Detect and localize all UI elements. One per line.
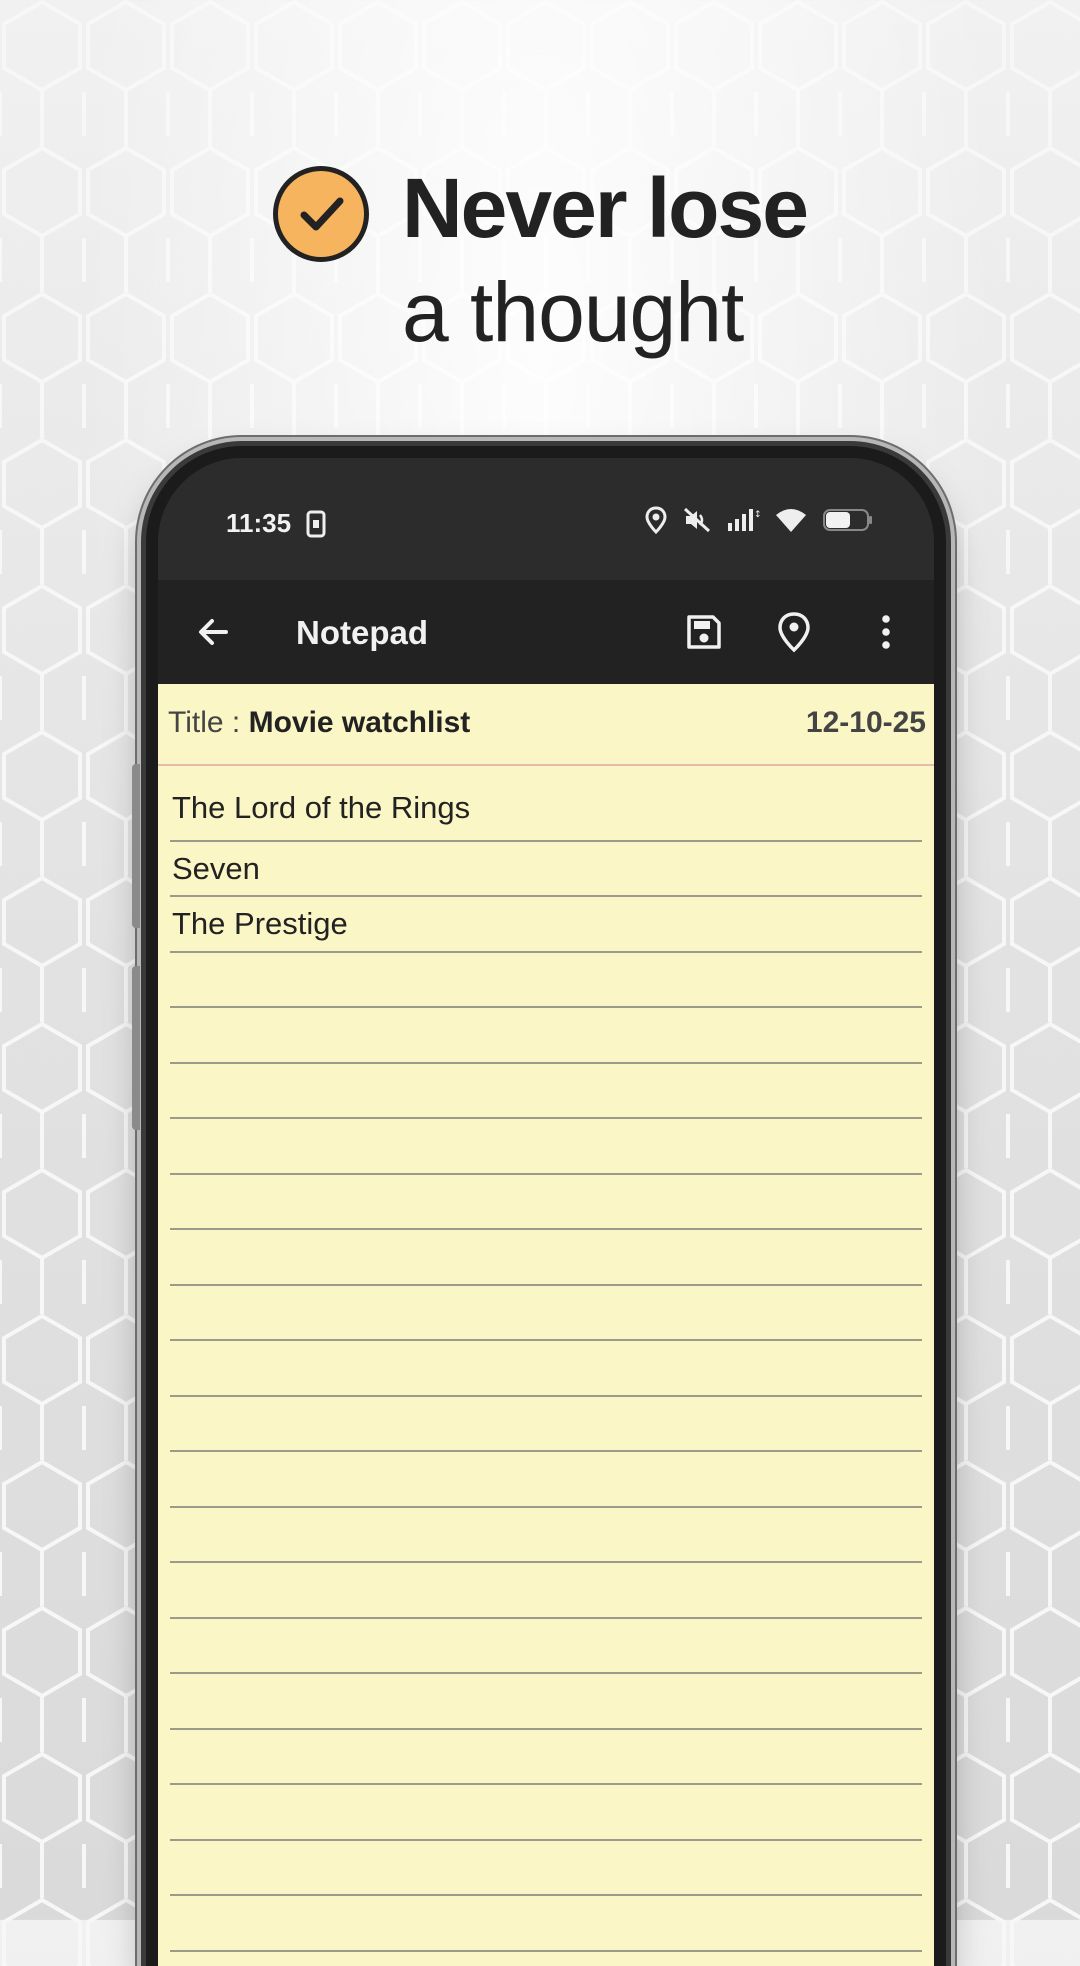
note-line[interactable] [170, 1397, 922, 1452]
note-line[interactable] [170, 1452, 922, 1508]
note-paper[interactable]: Title : Movie watchlist 12-10-25 The Lor… [158, 684, 934, 1966]
back-button[interactable] [188, 606, 240, 658]
save-button[interactable] [676, 604, 732, 660]
note-title[interactable]: Title : Movie watchlist [168, 706, 470, 740]
sim-card-icon [306, 510, 326, 538]
location-icon [645, 506, 667, 534]
note-line[interactable] [170, 1896, 922, 1952]
note-date: 12-10-25 [805, 706, 926, 739]
note-line[interactable] [170, 1674, 922, 1730]
headline-bold-text: Never lose [402, 161, 809, 255]
note-title-row[interactable]: Title : Movie watchlist 12-10-25 [158, 684, 934, 766]
note-line[interactable] [170, 1175, 922, 1230]
wifi-icon [776, 509, 806, 532]
note-line[interactable] [170, 1785, 922, 1841]
status-bar: 11:35 ↕ [158, 458, 934, 580]
headline-light-text: a thought [402, 265, 744, 359]
volume-up-button [132, 764, 140, 928]
battery-icon [823, 509, 872, 531]
more-options-button[interactable] [858, 604, 914, 660]
note-line[interactable] [170, 1341, 922, 1397]
app-bar: Notepad [158, 580, 934, 684]
note-body[interactable]: The Lord of the Rings Seven The Prestige [170, 766, 922, 1952]
svg-text:↕: ↕ [754, 510, 760, 520]
note-line[interactable] [170, 1286, 922, 1341]
note-line[interactable] [170, 1119, 922, 1175]
phone-screen: 11:35 ↕ Notepad Title: Movie watchlist … [158, 458, 934, 1966]
volume-down-button [132, 966, 140, 1130]
note-line[interactable] [170, 1064, 922, 1119]
note-line[interactable] [170, 953, 922, 1008]
note-line[interactable] [170, 1841, 922, 1896]
note-line[interactable] [170, 1508, 922, 1563]
mute-icon [683, 507, 711, 533]
arrow-left-icon [199, 619, 228, 645]
note-line[interactable] [170, 1230, 922, 1286]
app-title: Notepad [296, 614, 428, 651]
note-line[interactable] [170, 1008, 922, 1064]
status-icons: ↕ [644, 506, 874, 534]
note-line[interactable]: The Lord of the Rings [170, 766, 922, 842]
location-pin-icon [778, 612, 810, 653]
location-button[interactable] [766, 604, 822, 660]
promo-headline: Never lose a thought [0, 160, 1080, 370]
note-line[interactable] [170, 1619, 922, 1674]
phone-frame: 11:35 ↕ Notepad Title: Movie watchlist … [132, 446, 946, 1966]
note-line[interactable]: The Prestige [170, 897, 922, 953]
signal-icon: ↕ [728, 509, 760, 531]
note-line[interactable] [170, 1730, 922, 1785]
save-icon [687, 615, 721, 649]
title-label: Title : [168, 706, 249, 739]
title-value: Movie watchlist [248, 706, 471, 739]
note-line[interactable] [170, 1563, 922, 1619]
status-time: 11:35 [226, 508, 292, 538]
note-line[interactable]: Seven [170, 842, 922, 897]
more-vert-icon [882, 615, 890, 649]
check-circle-icon [273, 166, 369, 262]
